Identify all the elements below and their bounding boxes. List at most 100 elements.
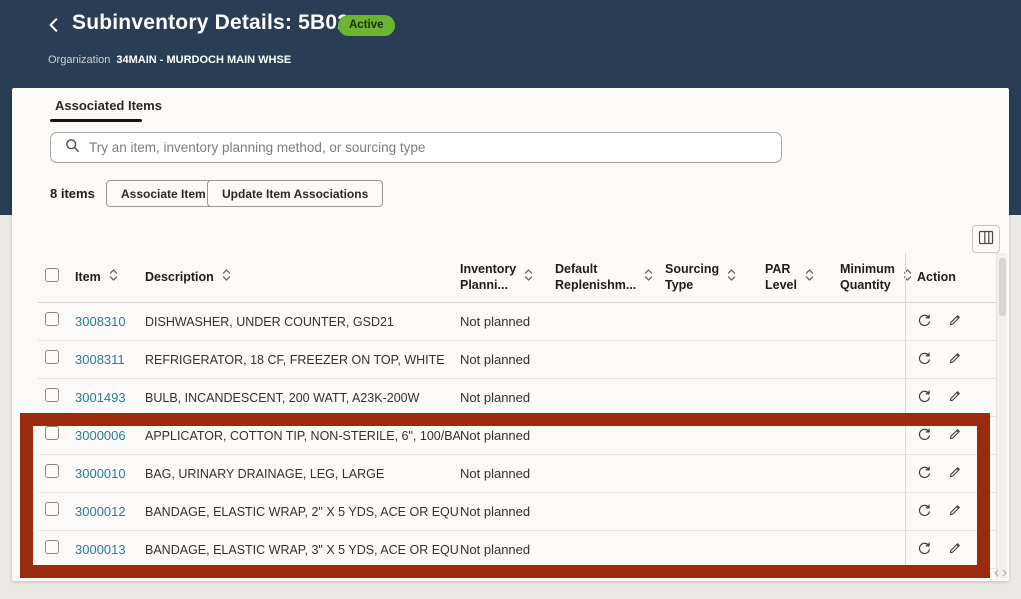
search-input[interactable] — [89, 140, 771, 155]
table-row: 3008311 REFRIGERATOR, 18 CF, FREEZER ON … — [38, 341, 1002, 379]
inventory-planning-value: Not planned — [460, 542, 555, 557]
page-header: Subinventory Details: 5B02 Active Organi… — [0, 0, 1021, 88]
edit-icon — [948, 351, 962, 368]
horizontal-scrollbar-arrows-icon[interactable] — [974, 566, 1007, 579]
item-description: BULB, INCANDESCENT, 200 WATT, A23K-200W — [145, 391, 460, 405]
inventory-planning-value: Not planned — [460, 428, 555, 443]
row-checkbox[interactable] — [45, 464, 59, 478]
action-column-divider — [905, 253, 906, 569]
item-description: APPLICATOR, COTTON TIP, NON-STERILE, 6",… — [145, 429, 460, 443]
manage-columns-button[interactable] — [972, 225, 1000, 253]
table-row: 3000013 BANDAGE, ELASTIC WRAP, 3" X 5 YD… — [38, 531, 1002, 569]
table-row: 3000006 APPLICATOR, COTTON TIP, NON-STER… — [38, 417, 1002, 455]
item-description: BANDAGE, ELASTIC WRAP, 3" X 5 YDS, ACE O… — [145, 543, 460, 557]
replenish-icon — [917, 541, 932, 559]
row-checkbox[interactable] — [45, 502, 59, 516]
item-description: BANDAGE, ELASTIC WRAP, 2" X 5 YDS, ACE O… — [145, 505, 460, 519]
replenish-button[interactable] — [917, 389, 932, 407]
inventory-planning-value: Not planned — [460, 314, 555, 329]
column-header-default-replenishment[interactable]: DefaultReplenishm... — [555, 262, 665, 293]
tab-active-underline — [50, 119, 142, 122]
item-link[interactable]: 3001493 — [75, 390, 126, 405]
chevron-left-icon — [46, 21, 62, 36]
sort-icon[interactable] — [524, 268, 533, 287]
edit-button[interactable] — [948, 427, 962, 445]
item-description: REFRIGERATOR, 18 CF, FREEZER ON TOP, WHI… — [145, 353, 460, 367]
table-body: 3008310 DISHWASHER, UNDER COUNTER, GSD21… — [38, 303, 1002, 569]
replenish-icon — [917, 503, 932, 521]
row-checkbox[interactable] — [45, 388, 59, 402]
item-description: BAG, URINARY DRAINAGE, LEG, LARGE — [145, 467, 460, 481]
replenish-button[interactable] — [917, 351, 932, 369]
column-header-sourcing-type[interactable]: SourcingType — [665, 262, 765, 293]
replenish-icon — [917, 313, 932, 331]
inventory-planning-value: Not planned — [460, 466, 555, 481]
replenish-icon — [917, 427, 932, 445]
columns-icon — [978, 230, 994, 248]
item-link[interactable]: 3008310 — [75, 314, 126, 329]
search-box[interactable] — [50, 132, 782, 163]
items-count: 8 items — [50, 186, 95, 201]
item-link[interactable]: 3000013 — [75, 542, 126, 557]
edit-button[interactable] — [948, 389, 962, 407]
replenish-button[interactable] — [917, 313, 932, 331]
table-row: 3001493 BULB, INCANDESCENT, 200 WATT, A2… — [38, 379, 1002, 417]
edit-icon — [948, 465, 962, 482]
sort-icon[interactable] — [222, 268, 231, 287]
back-button[interactable] — [44, 16, 64, 36]
page-title: Subinventory Details: 5B02 — [72, 11, 349, 35]
content-panel: Associated Items 8 items Associate Item … — [12, 88, 1009, 581]
row-checkbox[interactable] — [45, 540, 59, 554]
edit-button[interactable] — [948, 465, 962, 483]
replenish-button[interactable] — [917, 541, 932, 559]
edit-icon — [948, 427, 962, 444]
replenish-icon — [917, 389, 932, 407]
column-header-par-level[interactable]: PARLevel — [765, 262, 840, 293]
item-link[interactable]: 3000006 — [75, 428, 126, 443]
organization-label: Organization — [48, 54, 110, 66]
table-row: 3008310 DISHWASHER, UNDER COUNTER, GSD21… — [38, 303, 1002, 341]
item-link[interactable]: 3000010 — [75, 466, 126, 481]
row-checkbox[interactable] — [45, 426, 59, 440]
scrollbar-thumb[interactable] — [999, 258, 1006, 316]
replenish-button[interactable] — [917, 465, 932, 483]
select-all-checkbox[interactable] — [45, 268, 59, 282]
update-item-associations-button[interactable]: Update Item Associations — [207, 180, 383, 207]
edit-icon — [948, 389, 962, 406]
replenish-button[interactable] — [917, 427, 932, 445]
replenish-icon — [917, 465, 932, 483]
item-link[interactable]: 3000012 — [75, 504, 126, 519]
associated-items-table: Item Description InventoryPlanni... Defa… — [38, 253, 1002, 569]
search-icon — [61, 138, 89, 158]
inventory-planning-value: Not planned — [460, 504, 555, 519]
edit-icon — [948, 503, 962, 520]
edit-icon — [948, 541, 962, 558]
inventory-planning-value: Not planned — [460, 390, 555, 405]
row-checkbox[interactable] — [45, 350, 59, 364]
item-description: DISHWASHER, UNDER COUNTER, GSD21 — [145, 315, 460, 329]
column-header-description[interactable]: Description — [145, 268, 460, 287]
sort-icon[interactable] — [109, 268, 118, 287]
edit-button[interactable] — [948, 541, 962, 559]
edit-button[interactable] — [948, 351, 962, 369]
edit-icon — [948, 313, 962, 330]
table-row: 3000012 BANDAGE, ELASTIC WRAP, 2" X 5 YD… — [38, 493, 1002, 531]
sort-icon[interactable] — [805, 268, 814, 287]
vertical-scrollbar[interactable] — [996, 253, 1007, 578]
edit-button[interactable] — [948, 313, 962, 331]
column-header-item[interactable]: Item — [75, 268, 145, 287]
sort-icon[interactable] — [644, 268, 653, 287]
tab-associated-items[interactable]: Associated Items — [55, 98, 162, 113]
organization-value: 34MAIN - MURDOCH MAIN WHSE — [116, 54, 291, 66]
edit-button[interactable] — [948, 503, 962, 521]
column-header-action: Action — [907, 270, 1002, 286]
associate-item-button[interactable]: Associate Item — [106, 180, 221, 207]
table-header-row: Item Description InventoryPlanni... Defa… — [38, 253, 1002, 303]
row-checkbox[interactable] — [45, 312, 59, 326]
table-row: 3000010 BAG, URINARY DRAINAGE, LEG, LARG… — [38, 455, 1002, 493]
column-header-minimum-quantity[interactable]: MinimumQuantity — [840, 262, 907, 293]
replenish-button[interactable] — [917, 503, 932, 521]
column-header-inventory-planning[interactable]: InventoryPlanni... — [460, 262, 555, 293]
item-link[interactable]: 3008311 — [75, 352, 125, 367]
sort-icon[interactable] — [727, 268, 736, 287]
